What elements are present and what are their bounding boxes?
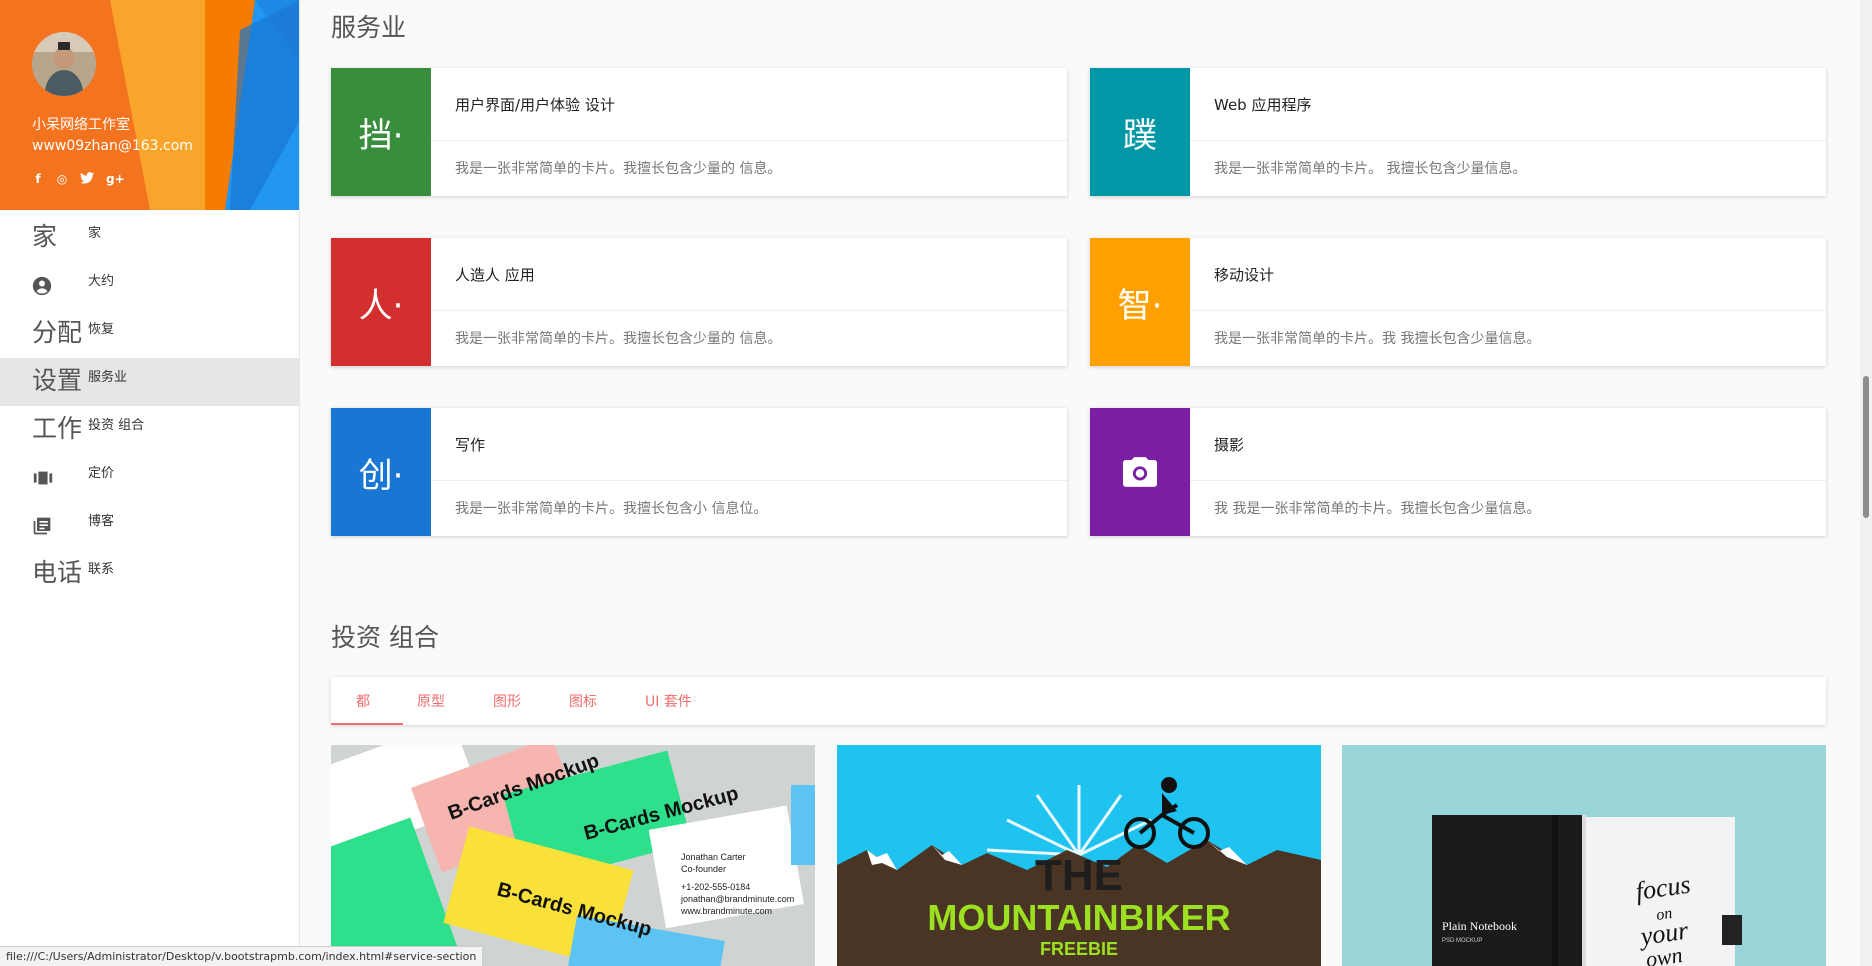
notebook-title-text: Plain Notebook [1442,919,1517,933]
scrollbar-thumb[interactable] [1863,376,1869,518]
twitter-icon[interactable] [80,172,94,187]
camera-icon [1090,408,1190,536]
avatar[interactable] [32,32,96,96]
card-role-text: Co-founder [681,864,726,874]
portfolio-item-mountain-biker[interactable]: THE MOUNTAINBIKER FREEBIE [837,745,1321,966]
notebook-subtitle-text: PSD MOCKUP [1442,938,1482,944]
nav-label: 博客 [88,514,115,529]
portfolio-tabs: 都 原型 图形 图标 UI 套件 [331,677,1826,725]
tab-all[interactable]: 都 [356,691,370,711]
card-divider [1190,310,1826,311]
account-circle-icon [32,275,54,297]
card-divider [431,140,1067,141]
service-icon: 蹼 [1090,68,1190,196]
tab-graphics[interactable]: 图形 [493,691,521,711]
service-icon: 智· [1090,238,1190,366]
card-email-text: jonathan@brandminute.com [680,894,794,904]
card-phone-text: +1-202-555-0184 [681,882,750,892]
service-card[interactable]: 蹼 Web 应用程序 我是一张非常简单的卡片。 我擅长包含少量信息。 [1090,68,1826,196]
card-text: 我是一张非常简单的卡片。我擅长包含小 信息位。 [455,501,768,517]
google-plus-icon[interactable]: g+ [106,172,125,187]
service-icon: 人· [331,238,431,366]
services-title: 服务业 [331,13,407,42]
business-cards-image: B-Cards Mockup B-Cards Mockup B-Cards Mo… [331,745,815,966]
tab-icons[interactable]: 图标 [569,691,597,711]
card-divider [1190,480,1826,481]
status-bar: file:///C:/Users/Administrator/Desktop/v… [0,946,484,966]
service-icon: 挡· [331,68,431,196]
card-web-text: www.brandminute.com [680,906,772,916]
nav-label: 家 [88,226,102,241]
sidebar: 小呆网络工作室 www09zhan@163.com f ◎ g+ 家 家 大约 … [0,0,300,966]
library-books-icon [32,515,54,537]
service-card[interactable]: 挡· 用户界面/用户体验 设计 我是一张非常简单的卡片。我擅长包含少量的 信息。 [331,68,1067,196]
poster-freebie-text: FREEBIE [1040,939,1118,959]
card-title: Web 应用程序 [1214,96,1312,114]
card-text: 我是一张非常简单的卡片。我擅长包含少量的 信息。 [455,331,782,347]
nav-label: 恢复 [88,322,115,337]
vertical-scrollbar[interactable] [1860,0,1872,966]
sidebar-nav: 家 家 大约 分配 恢复 设置 服务业 工作 投资 组合 定价 博客 电话 联系 [0,214,299,598]
profile-name: 小呆网络工作室 [32,117,130,133]
notebook-script-text: own [1644,942,1684,966]
tab-ui-kits[interactable]: UI 套件 [645,691,692,711]
nav-item-home[interactable]: 家 家 [0,214,299,262]
nav-item-blog[interactable]: 博客 [0,502,299,550]
work-icon: 工作 [32,414,83,443]
phone-icon: 电话 [32,558,83,587]
card-title: 写作 [455,436,486,454]
card-text: 我 我是一张非常简单的卡片。我擅长包含少量信息。 [1214,501,1541,517]
nav-label: 大约 [88,274,115,289]
mountain-biker-image: THE MOUNTAINBIKER FREEBIE [837,745,1321,966]
card-text: 我是一张非常简单的卡片。我擅长包含少量的 信息。 [455,161,782,177]
card-divider [431,480,1067,481]
facebook-icon[interactable]: f [32,172,44,187]
portfolio-item-notebook[interactable]: Plain Notebook PSD MOCKUP focus on your … [1342,745,1826,966]
dribbble-icon[interactable]: ◎ [56,172,68,187]
nav-item-about[interactable]: 大约 [0,262,299,310]
service-icon: 创· [331,408,431,536]
nav-item-services[interactable]: 设置 服务业 [0,358,299,406]
card-title: 用户界面/用户体验 设计 [455,96,615,114]
poster-subtitle-text: MOUNTAINBIKER [927,897,1230,938]
card-title: 移动设计 [1214,266,1275,284]
portfolio-item-business-cards[interactable]: B-Cards Mockup B-Cards Mockup B-Cards Mo… [331,745,815,966]
card-text: 我是一张非常简单的卡片。我 我擅长包含少量信息。 [1214,331,1541,347]
social-links: f ◎ g+ [32,172,125,187]
nav-label: 服务业 [88,370,128,385]
card-title: 人造人 应用 [455,266,535,284]
nav-item-portfolio[interactable]: 工作 投资 组合 [0,406,299,454]
service-card[interactable]: 人· 人造人 应用 我是一张非常简单的卡片。我擅长包含少量的 信息。 [331,238,1067,366]
card-divider [1190,140,1826,141]
card-divider [431,310,1067,311]
service-card[interactable]: 创· 写作 我是一张非常简单的卡片。我擅长包含小 信息位。 [331,408,1067,536]
assignment-icon: 分配 [32,318,83,347]
tab-indicator [331,723,403,725]
card-title: 摄影 [1214,436,1245,454]
nav-label: 投资 组合 [88,418,145,433]
nav-label: 定价 [88,466,115,481]
nav-item-resume[interactable]: 分配 恢复 [0,310,299,358]
service-card[interactable]: 智· 移动设计 我是一张非常简单的卡片。我 我擅长包含少量信息。 [1090,238,1826,366]
settings-icon: 设置 [32,366,83,395]
view-carousel-icon [32,467,54,489]
card-name-text: Jonathan Carter [681,852,746,862]
profile-header: 小呆网络工作室 www09zhan@163.com f ◎ g+ [0,0,299,210]
nav-item-pricing[interactable]: 定价 [0,454,299,502]
tab-prototype[interactable]: 原型 [417,691,445,711]
nav-label: 联系 [88,562,115,577]
profile-email: www09zhan@163.com [32,138,193,154]
notebook-image: Plain Notebook PSD MOCKUP focus on your … [1342,745,1826,966]
home-icon: 家 [32,222,58,251]
card-text: 我是一张非常简单的卡片。 我擅长包含少量信息。 [1214,161,1527,177]
poster-title-text: THE [1035,851,1123,900]
nav-item-contact[interactable]: 电话 联系 [0,550,299,598]
portfolio-title: 投资 组合 [331,623,439,652]
service-card[interactable]: 摄影 我 我是一张非常简单的卡片。我擅长包含少量信息。 [1090,408,1826,536]
